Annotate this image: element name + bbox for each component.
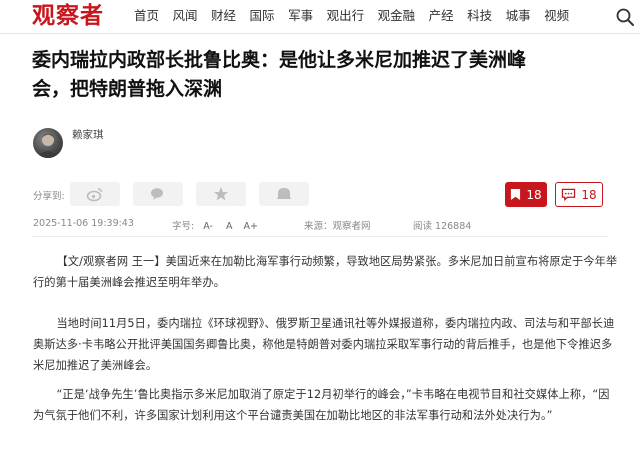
author-avatar[interactable] — [33, 128, 63, 158]
paragraph-text: “正是‘战争先生’鲁比奥指示多米尼加取消了原定于12月初举行的峰会，”卡韦略在电… — [33, 388, 610, 422]
search-icon — [616, 8, 634, 26]
meta-divider — [32, 236, 608, 237]
main-nav: 首页 风闻 财经 国际 军事 观出行 观金融 产经 科技 城事 视频 — [134, 7, 583, 25]
share-label: 分享到: — [33, 191, 65, 202]
article-title-line-2: 会，把特朗普拖入深渊 — [32, 78, 223, 100]
comment-icon — [562, 188, 576, 201]
paragraph-text: 当地时间11月5日，委内瑞拉《环球视野》、俄罗斯卫星通讯社等外媒报道称，委内瑞拉… — [33, 317, 615, 372]
share-more-button[interactable] — [259, 182, 309, 206]
bookmark-count: 18 — [526, 187, 542, 202]
avatar-photo — [37, 134, 59, 158]
font-size-medium-button[interactable]: A — [226, 221, 233, 232]
bookmark-button[interactable]: 18 — [505, 182, 547, 207]
share-weibo-button[interactable] — [70, 182, 120, 206]
bookmark-icon — [511, 189, 521, 200]
author-name[interactable]: 赖家琪 — [72, 127, 104, 142]
top-navigation-bar: 观察者 首页 风闻 财经 国际 军事 观出行 观金融 产经 科技 城事 视频 — [0, 0, 640, 34]
comment-count: 18 — [581, 187, 597, 202]
nav-item-video[interactable]: 视频 — [544, 7, 569, 25]
nav-item-finance[interactable]: 财经 — [211, 7, 236, 25]
nav-item-mobility[interactable]: 观出行 — [327, 7, 365, 25]
nav-item-tech[interactable]: 科技 — [467, 7, 492, 25]
comment-button[interactable]: 18 — [555, 182, 603, 207]
read-count: 阅读 126884 — [413, 221, 472, 232]
nav-item-fintech[interactable]: 观金融 — [378, 7, 416, 25]
nav-item-home[interactable]: 首页 — [134, 7, 159, 25]
article-paragraph: “正是‘战争先生’鲁比奥指示多米尼加取消了原定于12月初举行的峰会，”卡韦略在电… — [33, 384, 618, 426]
wechat-icon — [151, 188, 163, 200]
site-logo[interactable]: 观察者 — [32, 1, 104, 31]
article-paragraph: 【文/观察者网 王一】美国近来在加勒比海军事行动频繁，导致地区局势紧张。多米尼加… — [33, 251, 618, 293]
more-share-icon — [277, 188, 291, 199]
nav-item-international[interactable]: 国际 — [250, 7, 275, 25]
qzone-star-icon — [214, 187, 228, 201]
article-title-line-1: 委内瑞拉内政部长批鲁比奥：是他让多米尼加推迟了美洲峰 — [32, 49, 527, 71]
nav-item-military[interactable]: 军事 — [288, 7, 313, 25]
article-paragraph: 当地时间11月5日，委内瑞拉《环球视野》、俄罗斯卫星通讯社等外媒报道称，委内瑞拉… — [33, 313, 618, 376]
publish-datetime: 2025-11-06 19:39:43 — [33, 218, 134, 229]
weibo-icon — [86, 188, 103, 202]
nav-item-city[interactable]: 城事 — [506, 7, 531, 25]
font-size-small-button[interactable]: A- — [203, 221, 213, 232]
font-size-control: 字号: A- A A+ — [172, 218, 258, 232]
article-title: 委内瑞拉内政部长批鲁比奥：是他让多米尼加推迟了美洲峰 会，把特朗普拖入深渊 — [32, 46, 612, 104]
share-qzone-button[interactable] — [196, 182, 246, 206]
font-size-large-button[interactable]: A+ — [244, 221, 258, 232]
article-source: 来源：观察者网 — [304, 221, 371, 232]
nav-item-industry[interactable]: 产经 — [429, 7, 454, 25]
search-button[interactable] — [614, 6, 636, 28]
nav-item-fengwen[interactable]: 风闻 — [173, 7, 198, 25]
paragraph-lead: 【文/观察者网 王一】 — [56, 255, 166, 268]
share-wechat-button[interactable] — [133, 182, 183, 206]
font-size-label: 字号: — [172, 221, 195, 232]
